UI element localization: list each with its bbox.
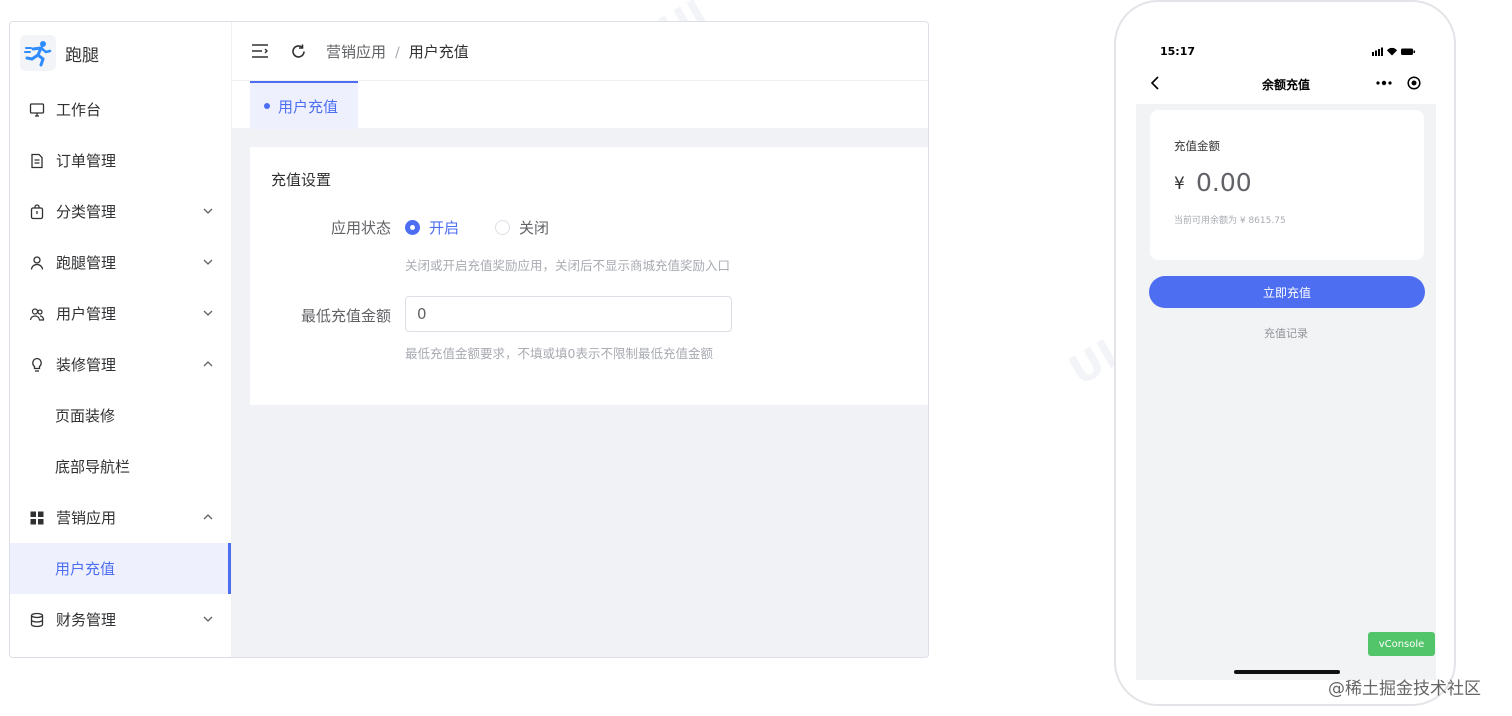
amount-card: 充值金额 ¥ 0.00 当前可用余额为 ¥ 8615.75	[1150, 110, 1424, 260]
status-hint: 关闭或开启充值奖励应用，关闭后不显示商城充值奖励入口	[405, 258, 731, 273]
users-icon	[28, 305, 46, 323]
status-off-radio[interactable]: 关闭	[495, 217, 549, 238]
chevron-down-icon	[203, 310, 213, 316]
source-watermark: @稀土掘金技术社区	[1328, 679, 1481, 699]
sidebar-item-orders[interactable]: 订单管理	[10, 135, 231, 186]
sidebar-item-bottom-nav[interactable]: 底部导航栏	[10, 441, 231, 492]
tab-label: 用户充值	[278, 97, 339, 116]
runner-logo-icon	[20, 35, 56, 71]
radio-label: 关闭	[519, 219, 550, 237]
monitor-icon	[28, 101, 46, 119]
sidebar-item-label: 财务管理	[56, 611, 117, 629]
status-icons	[1372, 47, 1415, 56]
chevron-down-icon	[203, 259, 213, 265]
section-title: 充值设置	[271, 171, 332, 189]
grid-icon	[28, 509, 46, 527]
phone-frame: 15:17 余额充值 充值金额 ¥ 0.00 当前可用余额为 ¥ 8615.75…	[1114, 0, 1456, 706]
tags-bar: 用户充值	[232, 80, 928, 129]
sidebar-item-label: 订单管理	[56, 152, 117, 170]
min-amount-hint: 最低充值金额要求，不填或填0表示不限制最低充值金额	[405, 346, 713, 361]
main-area: 营销应用 / 用户充值 用户充值 充值设置 应用状态 开启 关闭 关闭或开启充值奖励…	[232, 22, 928, 657]
min-amount-label: 最低充值金额	[300, 307, 391, 325]
sidebar-item-label: 分类管理	[56, 203, 117, 221]
bag-icon	[28, 203, 46, 221]
amount-label: 充值金额	[1174, 139, 1220, 153]
recharge-record-link[interactable]: 充值记录	[1136, 325, 1436, 341]
breadcrumb: 营销应用 / 用户充值	[326, 41, 469, 62]
sidebar-item-workbench[interactable]: 工作台	[10, 84, 231, 135]
sidebar-item-label: 底部导航栏	[55, 458, 131, 476]
sidebar-item-runners[interactable]: 跑腿管理	[10, 237, 231, 288]
tab-user-recharge[interactable]: 用户充值	[250, 81, 358, 129]
sidebar: 跑腿 工作台 订单管理 分类管理 跑腿管理 用户管理 装修管理 页面装修 底部导…	[10, 22, 232, 657]
min-amount-input[interactable]: 0	[405, 296, 732, 332]
sidebar-item-label: 页面装修	[55, 407, 116, 425]
sidebar-item-label: 用户充值	[55, 560, 116, 578]
collapse-menu-icon[interactable]	[250, 41, 270, 61]
breadcrumb-current: 用户充值	[408, 42, 469, 61]
status-label: 应用状态	[330, 219, 391, 237]
nav-bar: 余额充值	[1136, 60, 1436, 104]
breadcrumb-parent[interactable]: 营销应用	[326, 43, 386, 61]
sidebar-item-page-decoration[interactable]: 页面装修	[10, 390, 231, 441]
database-icon	[28, 611, 46, 629]
sidebar-item-label: 工作台	[56, 101, 102, 119]
currency-symbol: ¥	[1174, 174, 1185, 194]
status-time: 15:17	[1160, 45, 1196, 58]
amount-input[interactable]: 0.00	[1196, 168, 1252, 197]
sidebar-item-label: 跑腿管理	[56, 254, 117, 272]
settings-card: 充值设置 应用状态 开启 关闭 关闭或开启充值奖励应用，关闭后不显示商城充值奖励…	[250, 147, 928, 405]
balance-text: 当前可用余额为 ¥ 8615.75	[1174, 216, 1286, 226]
phone-screen: 15:17 余额充值 充值金额 ¥ 0.00 当前可用余额为 ¥ 8615.75…	[1136, 20, 1436, 680]
sidebar-item-user-recharge[interactable]: 用户充值	[10, 543, 231, 594]
sidebar-item-users[interactable]: 用户管理	[10, 288, 231, 339]
status-on-radio[interactable]: 开启	[405, 217, 459, 238]
chevron-up-icon	[203, 361, 213, 367]
chevron-down-icon	[203, 616, 213, 622]
vconsole-button[interactable]: vConsole	[1368, 632, 1435, 656]
sidebar-item-label: 用户管理	[56, 305, 117, 323]
refresh-icon[interactable]	[288, 41, 308, 61]
sidebar-item-finance[interactable]: 财务管理	[10, 594, 231, 645]
sidebar-item-decoration[interactable]: 装修管理	[10, 339, 231, 390]
breadcrumb-separator: /	[395, 44, 400, 61]
logo-row[interactable]: 跑腿	[10, 22, 231, 84]
sidebar-item-categories[interactable]: 分类管理	[10, 186, 231, 237]
sidebar-item-label: 装修管理	[56, 356, 117, 374]
sidebar-item-label: 营销应用	[56, 509, 117, 527]
radio-label: 开启	[429, 219, 460, 237]
radio-unchecked-icon	[495, 220, 510, 235]
radio-checked-icon	[405, 220, 420, 235]
chevron-up-icon	[203, 514, 213, 520]
recharge-button[interactable]: 立即充值	[1149, 276, 1425, 308]
more-icon[interactable]	[1376, 80, 1392, 86]
active-dot-icon	[264, 103, 270, 109]
home-indicator	[1234, 670, 1340, 674]
brand-name: 跑腿	[65, 45, 99, 66]
user-icon	[28, 254, 46, 272]
document-icon	[28, 152, 46, 170]
admin-window: 跑腿 工作台 订单管理 分类管理 跑腿管理 用户管理 装修管理 页面装修 底部导…	[9, 21, 929, 658]
sidebar-item-marketing[interactable]: 营销应用	[10, 492, 231, 543]
close-target-icon[interactable]	[1407, 76, 1421, 90]
bulb-icon	[28, 356, 46, 374]
topbar: 营销应用 / 用户充值	[232, 22, 928, 80]
chevron-down-icon	[203, 208, 213, 214]
